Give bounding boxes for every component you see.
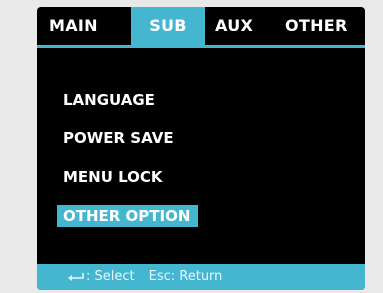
footer-hints: : Select Esc: Return (67, 264, 222, 290)
select-hint: : Select (86, 269, 135, 284)
footer-bar: : Select Esc: Return (37, 264, 365, 290)
device-screen: MAIN SUB AUX OTHER LANGUAGE POWER SAVE M… (37, 7, 365, 290)
tab-bar: MAIN SUB AUX OTHER (37, 7, 365, 45)
return-hint: Esc: Return (148, 269, 223, 284)
tab-main[interactable]: MAIN (49, 7, 127, 45)
menu-item-language[interactable]: LANGUAGE (63, 89, 155, 111)
tab-other[interactable]: OTHER (285, 7, 359, 45)
tab-sub[interactable]: SUB (131, 7, 205, 45)
tab-underline (37, 45, 365, 48)
enter-icon (67, 272, 85, 282)
tab-aux[interactable]: AUX (215, 7, 275, 45)
menu-item-other-option[interactable]: OTHER OPTION (57, 205, 199, 227)
menu-item-menu-lock[interactable]: MENU LOCK (63, 166, 163, 188)
menu-item-power-save[interactable]: POWER SAVE (63, 127, 174, 149)
